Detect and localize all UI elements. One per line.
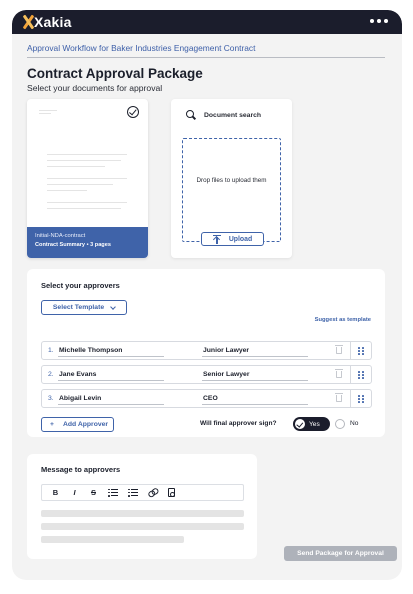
message-title: Message to approvers bbox=[41, 465, 121, 474]
logo: Xakia bbox=[23, 13, 72, 31]
suggest-template-link[interactable]: Suggest as template bbox=[315, 317, 371, 323]
select-template-label: Select Template bbox=[52, 304, 105, 311]
search-icon bbox=[186, 110, 196, 120]
document-card[interactable]: Initial-NDA-contract Contract Summary • … bbox=[27, 99, 148, 258]
more-icon[interactable] bbox=[370, 19, 388, 23]
document-meta: Contract Summary • 3 pages bbox=[35, 242, 111, 248]
approver-name-field[interactable]: Abigail Levin bbox=[59, 395, 101, 402]
app-window: Xakia Approval Workflow for Baker Indust… bbox=[12, 10, 402, 580]
select-template-button[interactable]: Select Template bbox=[41, 300, 127, 315]
document-name: Initial-NDA-contract bbox=[35, 233, 86, 239]
drag-handle-icon[interactable] bbox=[358, 395, 364, 403]
add-approver-button[interactable]: + Add Approver bbox=[41, 417, 114, 432]
logo-text: Xakia bbox=[34, 14, 72, 30]
numbered-list-icon[interactable] bbox=[108, 488, 118, 497]
trash-icon[interactable] bbox=[335, 345, 343, 354]
trash-icon[interactable] bbox=[335, 393, 343, 402]
no-label[interactable]: No bbox=[350, 420, 358, 427]
approver-name-field[interactable]: Jane Evans bbox=[59, 371, 96, 378]
upload-label: Upload bbox=[228, 235, 253, 243]
logo-mark-icon bbox=[23, 15, 33, 29]
upload-icon bbox=[212, 234, 221, 244]
approver-number: 3. bbox=[48, 395, 54, 402]
page-subtitle: Select your documents for approval bbox=[27, 83, 163, 93]
file-dropzone[interactable]: Drop files to upload them Upload bbox=[182, 138, 281, 246]
drag-handle-icon[interactable] bbox=[358, 371, 364, 379]
strikethrough-button[interactable]: S bbox=[89, 489, 98, 497]
approver-number: 2. bbox=[48, 371, 54, 378]
message-panel: Message to approvers B I S bbox=[27, 454, 257, 559]
bullet-list-icon[interactable] bbox=[128, 488, 138, 497]
check-circle-icon[interactable] bbox=[127, 106, 139, 118]
attachment-icon[interactable] bbox=[168, 488, 175, 497]
top-bar: Xakia bbox=[12, 10, 402, 34]
editor-toolbar: B I S bbox=[41, 484, 244, 501]
upload-card: Document search Drop files to upload the… bbox=[171, 99, 292, 258]
drag-handle-icon[interactable] bbox=[358, 347, 364, 355]
final-approver-question: Will final approver sign? bbox=[200, 420, 277, 427]
check-icon bbox=[295, 419, 305, 429]
trash-icon[interactable] bbox=[335, 369, 343, 378]
approvers-title: Select your approvers bbox=[41, 281, 120, 290]
approvers-panel: Select your approvers Select Template Su… bbox=[27, 269, 385, 437]
approver-role-field[interactable]: Senior Lawyer bbox=[203, 371, 249, 378]
breadcrumb[interactable]: Approval Workflow for Baker Industries E… bbox=[27, 43, 255, 53]
bold-button[interactable]: B bbox=[51, 489, 60, 497]
send-package-button[interactable]: Send Package for Approval bbox=[284, 546, 397, 561]
approver-row: 1. Michelle Thompson Junior Lawyer bbox=[41, 341, 372, 360]
message-text-area[interactable] bbox=[41, 510, 244, 517]
divider bbox=[27, 57, 385, 58]
italic-button[interactable]: I bbox=[70, 489, 79, 497]
approver-role-field[interactable]: CEO bbox=[203, 395, 218, 402]
approver-row: 3. Abigail Levin CEO bbox=[41, 389, 372, 408]
chevron-down-icon bbox=[110, 303, 116, 310]
dropzone-text: Drop files to upload them bbox=[196, 177, 267, 184]
add-approver-label: Add Approver bbox=[62, 421, 109, 428]
approver-number: 1. bbox=[48, 347, 54, 354]
plus-icon: + bbox=[50, 421, 54, 428]
yes-label: Yes bbox=[309, 420, 320, 428]
approver-role-field[interactable]: Junior Lawyer bbox=[203, 347, 249, 354]
approver-name-field[interactable]: Michelle Thompson bbox=[59, 347, 122, 354]
no-radio[interactable] bbox=[335, 419, 345, 429]
upload-button[interactable]: Upload bbox=[201, 232, 264, 246]
approver-row: 2. Jane Evans Senior Lawyer bbox=[41, 365, 372, 384]
yes-toggle[interactable]: Yes bbox=[293, 417, 330, 431]
page-title: Contract Approval Package bbox=[27, 66, 203, 81]
document-search[interactable]: Document search bbox=[186, 108, 282, 122]
link-icon[interactable] bbox=[147, 487, 159, 498]
document-info: Initial-NDA-contract Contract Summary • … bbox=[27, 227, 148, 258]
search-label: Document search bbox=[204, 111, 262, 119]
